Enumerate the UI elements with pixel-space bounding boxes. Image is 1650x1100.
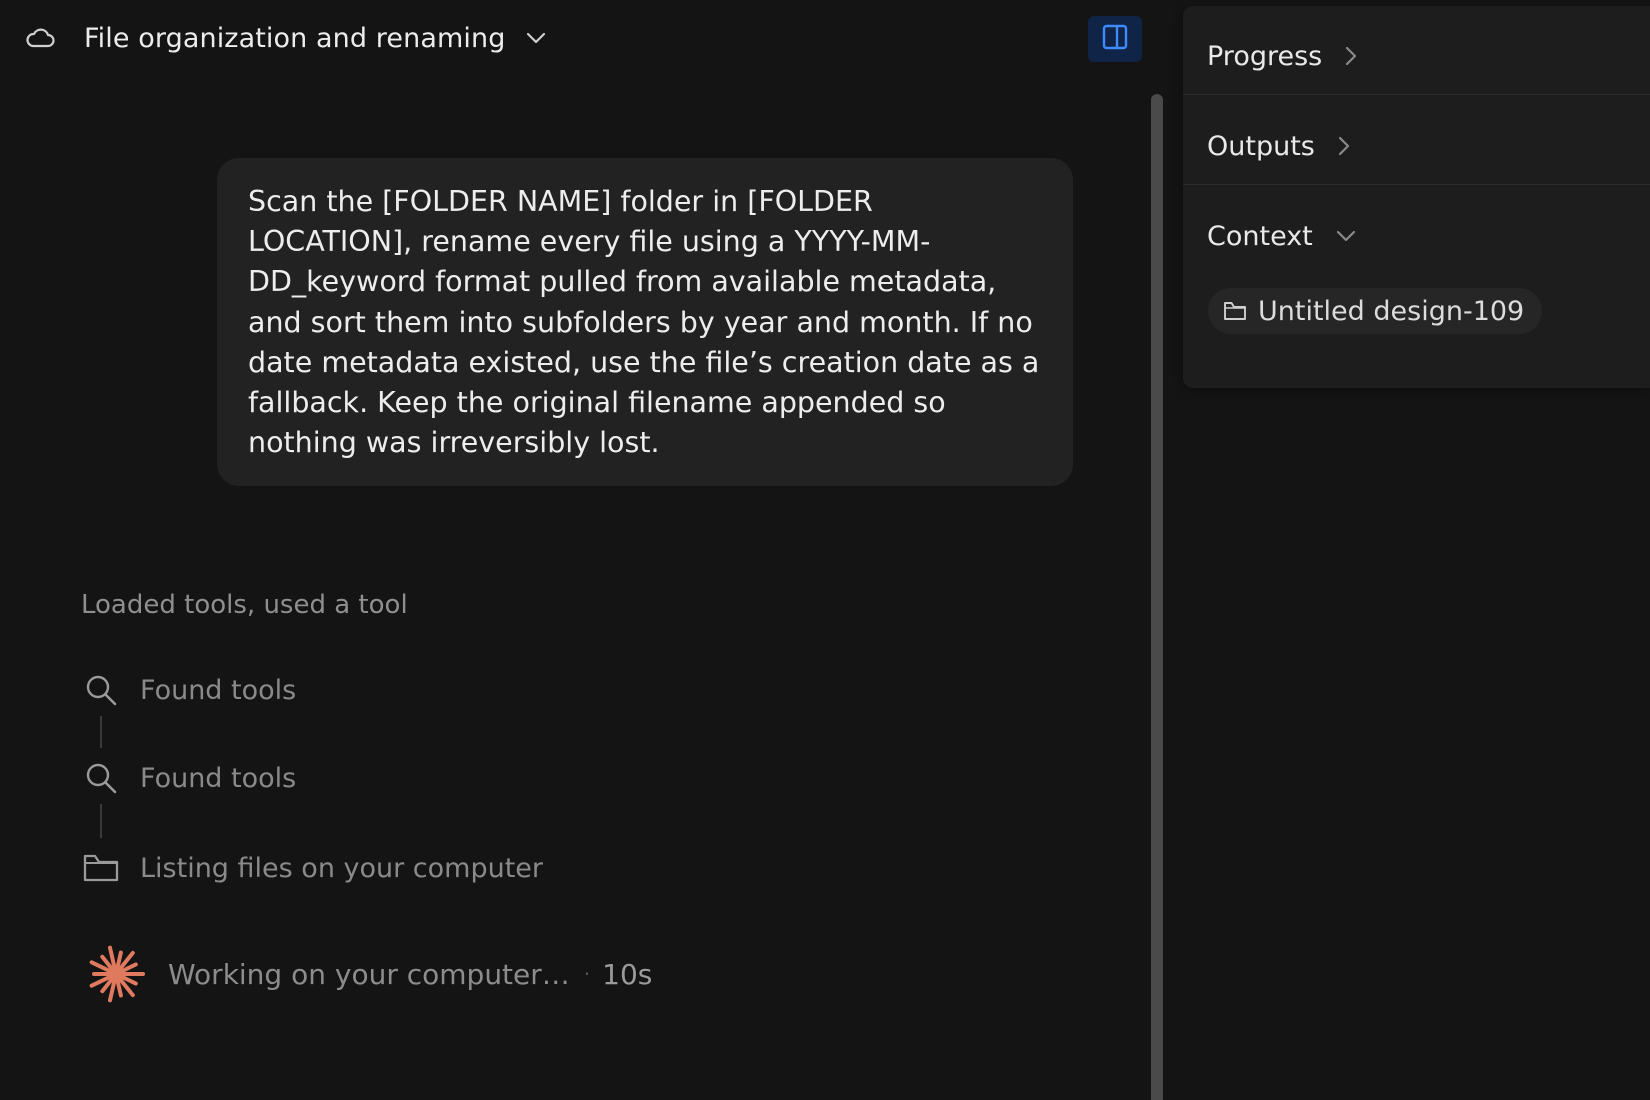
user-prompt-bubble: Scan the [FOLDER NAME] folder in [FOLDER… bbox=[217, 158, 1073, 486]
progress-label: Progress bbox=[1207, 40, 1323, 72]
activity-step: Listing files on your computer bbox=[81, 846, 543, 890]
search-icon bbox=[81, 758, 121, 798]
progress-section-header[interactable]: Progress bbox=[1183, 12, 1650, 100]
activity-step-label: Found tools bbox=[140, 762, 297, 794]
working-status: Working on your computer… · 10s bbox=[86, 944, 652, 1004]
separator-dot: · bbox=[583, 962, 591, 986]
app-window: File organization and renaming Scan the … bbox=[0, 0, 1650, 1100]
context-section-header[interactable]: Context bbox=[1183, 192, 1650, 280]
folder-icon bbox=[1222, 298, 1248, 324]
activity-summary[interactable]: Loaded tools, used a tool bbox=[81, 590, 408, 620]
chevron-down-icon[interactable] bbox=[525, 31, 547, 45]
right-panel: Progress Outputs Context Untitled design… bbox=[1183, 6, 1650, 388]
step-connector bbox=[100, 716, 102, 748]
sidebar-panel-icon bbox=[1101, 23, 1129, 55]
cloud-icon bbox=[24, 26, 56, 50]
spark-center bbox=[109, 967, 123, 981]
spark-icon bbox=[86, 944, 146, 1004]
search-icon bbox=[81, 670, 121, 710]
activity-step: Found tools bbox=[81, 756, 296, 800]
elapsed-time: 10s bbox=[602, 957, 653, 991]
section-divider bbox=[1183, 94, 1650, 95]
outputs-label: Outputs bbox=[1207, 130, 1315, 162]
context-item-chip[interactable]: Untitled design-109 bbox=[1208, 288, 1543, 334]
panel-toggle-button[interactable] bbox=[1088, 16, 1142, 62]
working-label: Working on your computer… bbox=[168, 957, 570, 991]
context-label: Context bbox=[1207, 220, 1313, 252]
folder-icon bbox=[81, 848, 121, 888]
step-connector bbox=[100, 804, 102, 838]
outputs-section-header[interactable]: Outputs bbox=[1183, 102, 1650, 190]
task-title[interactable]: File organization and renaming bbox=[84, 23, 505, 54]
context-item-label: Untitled design-109 bbox=[1258, 295, 1525, 327]
activity-step: Found tools bbox=[81, 668, 296, 712]
activity-step-label: Found tools bbox=[140, 674, 297, 706]
user-prompt-text: Scan the [FOLDER NAME] folder in [FOLDER… bbox=[248, 185, 1040, 460]
activity-step-label: Listing files on your computer bbox=[140, 852, 544, 884]
section-divider bbox=[1183, 184, 1650, 185]
chevron-right-icon bbox=[1337, 135, 1351, 157]
chevron-down-icon bbox=[1335, 229, 1357, 243]
chevron-right-icon bbox=[1344, 45, 1358, 67]
header: File organization and renaming bbox=[24, 18, 547, 58]
panel-divider-scrollbar[interactable] bbox=[1151, 94, 1163, 1100]
